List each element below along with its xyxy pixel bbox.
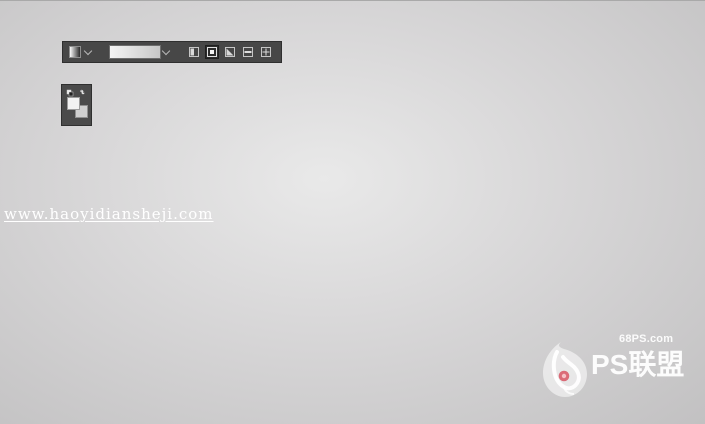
angle-gradient-icon [225,47,235,57]
logo-site-text: 68PS.com [619,333,674,345]
ps-union-logo: 68PS.com PS联盟 [533,332,697,414]
gradient-picker-swatch[interactable] [109,45,161,59]
document-canvas[interactable]: www.haoyidiansheji.com 68PS.com PS联盟 [0,0,705,424]
swap-colors-icon[interactable] [66,89,88,97]
color-swatches-widget [61,84,92,126]
chevron-down-icon[interactable] [161,46,171,56]
logo-brand-text: PS联盟 [591,349,685,380]
reflected-gradient-icon [243,47,253,57]
foreground-color-swatch[interactable] [67,97,80,110]
diamond-gradient-icon [261,47,271,57]
gradient-preset-icon[interactable] [69,46,81,58]
chevron-down-icon[interactable] [83,46,93,56]
watermark-url: www.haoyidiansheji.com [4,205,214,223]
reflected-gradient-button[interactable] [241,45,255,59]
linear-gradient-icon [189,47,199,57]
angle-gradient-button[interactable] [223,45,237,59]
logo-mark-icon [543,342,587,397]
diamond-gradient-button[interactable] [259,45,273,59]
gradient-tool-options-bar [62,41,282,63]
radial-gradient-button[interactable] [205,45,219,59]
radial-gradient-icon [207,47,217,57]
linear-gradient-button[interactable] [187,45,201,59]
